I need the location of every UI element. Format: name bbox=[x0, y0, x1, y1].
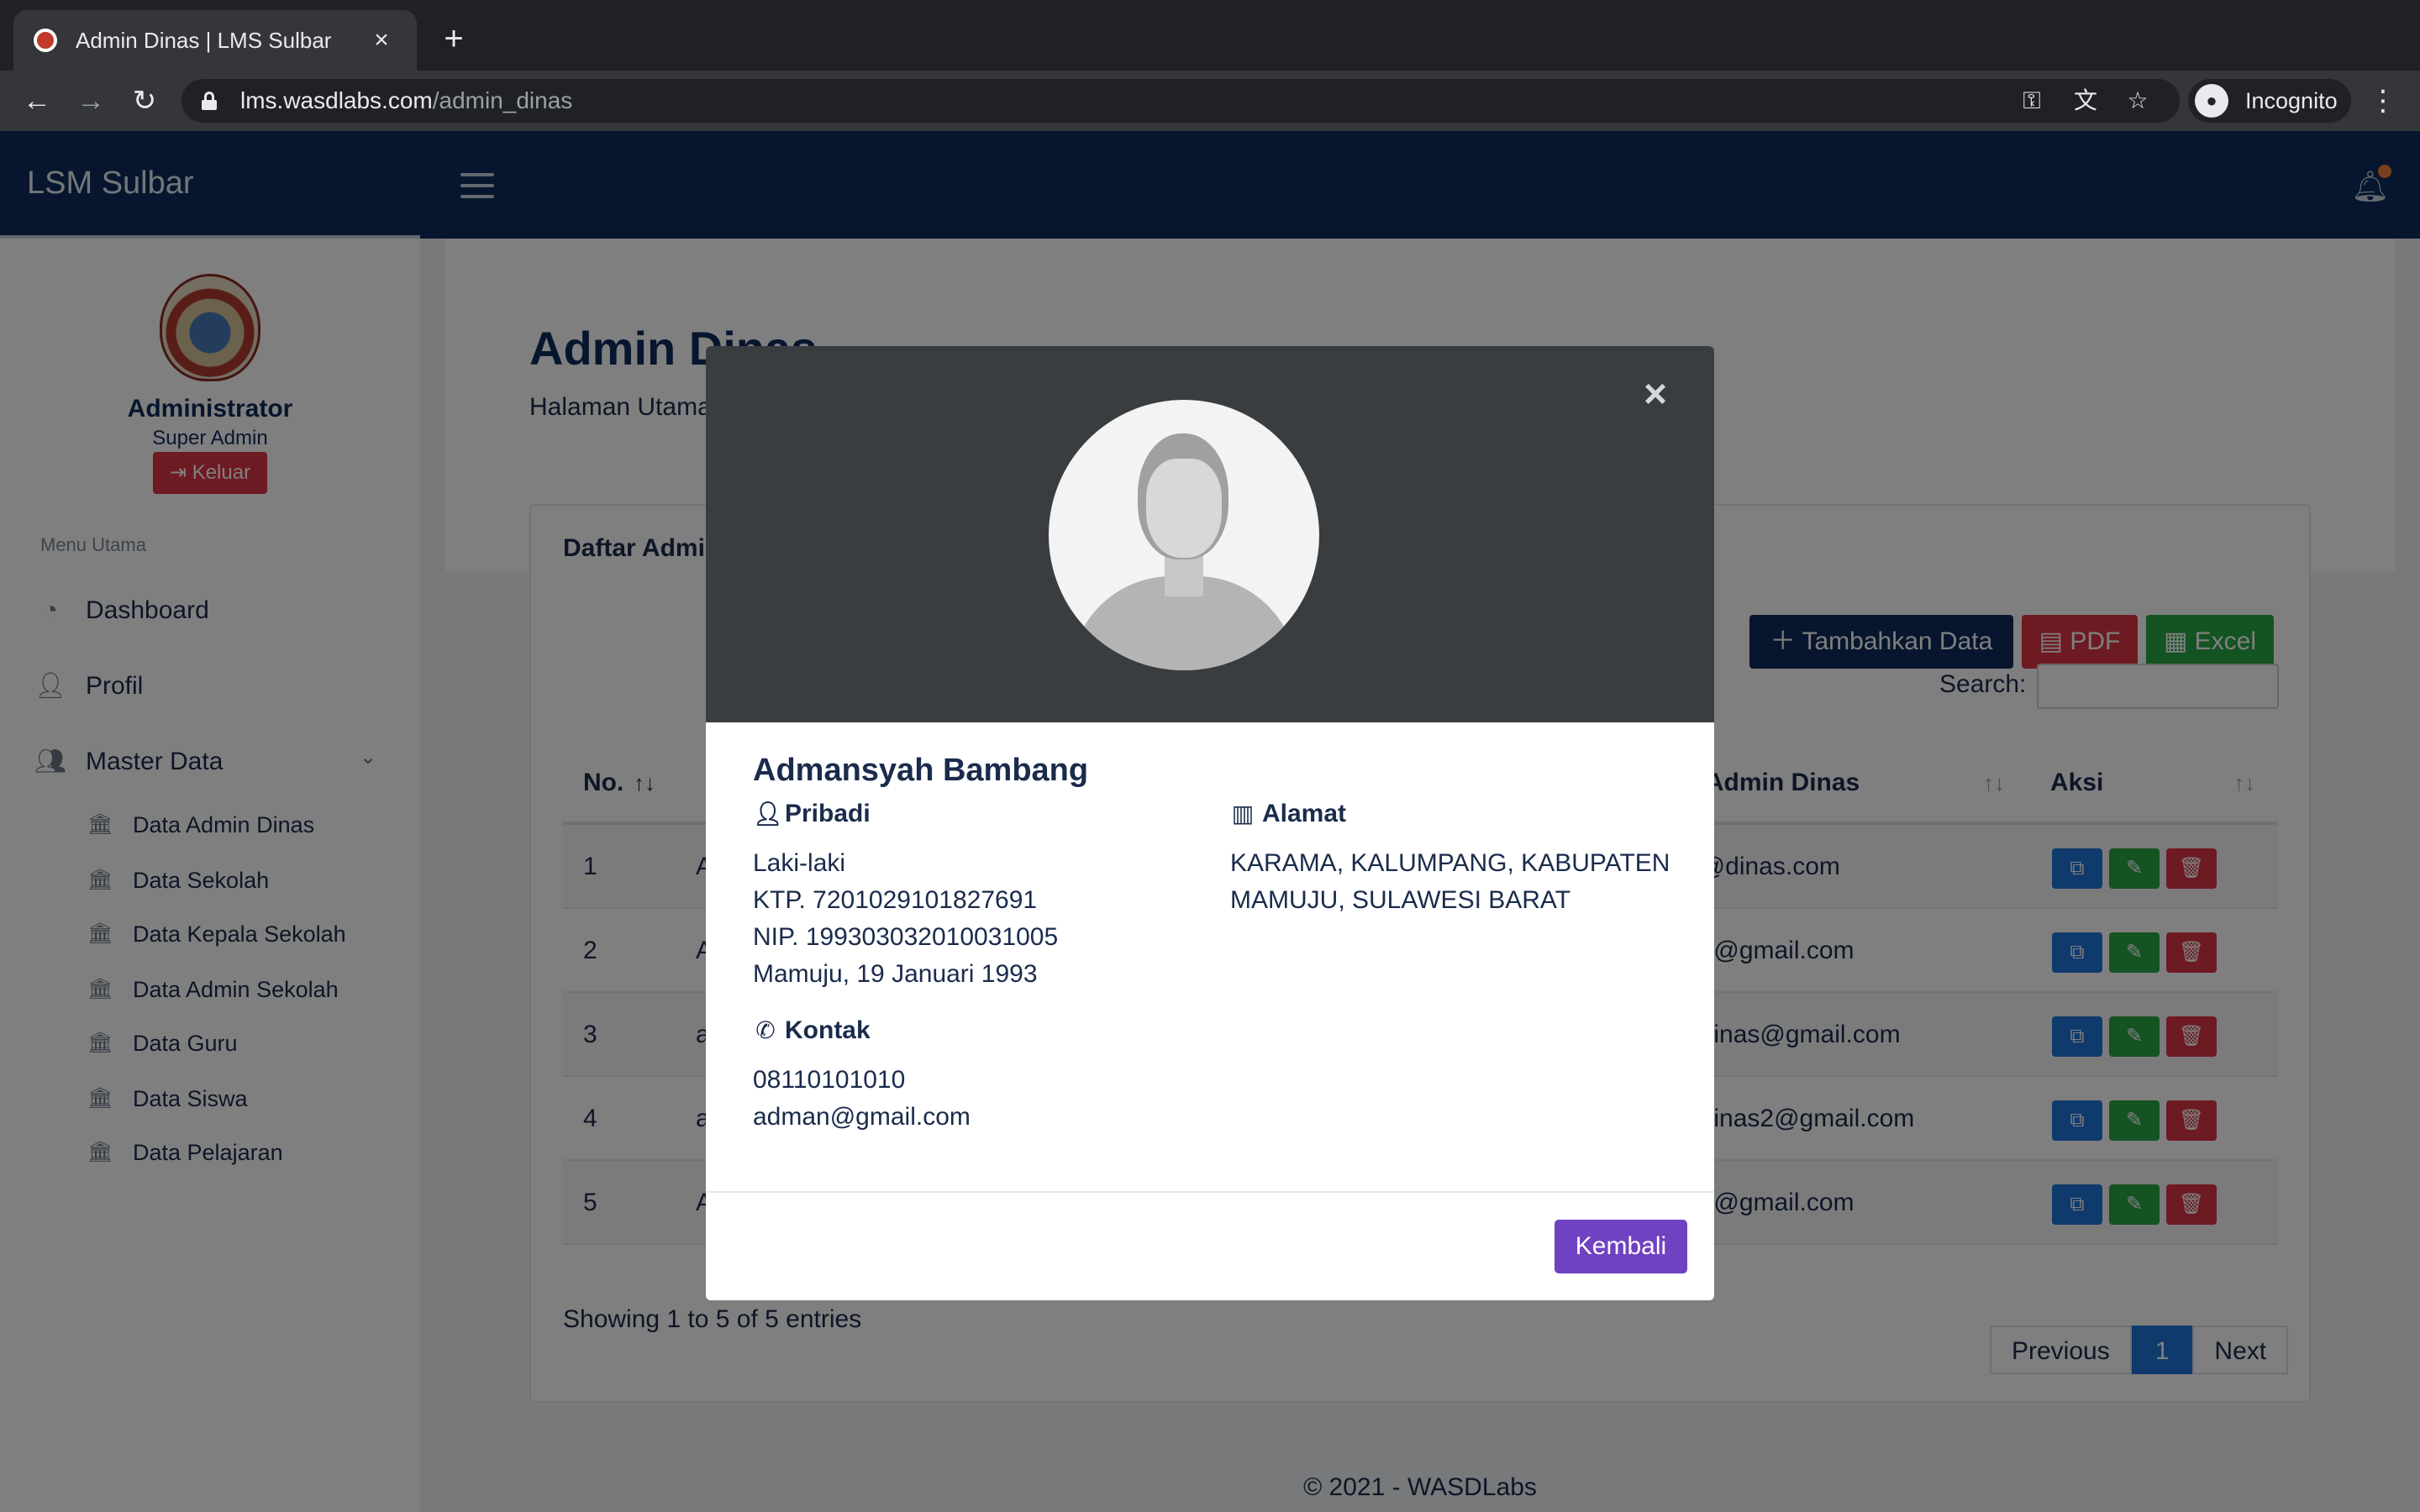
address-line-1: KARAMA, KALUMPANG, KABUPATEN bbox=[1230, 849, 1670, 877]
avatar bbox=[1049, 400, 1319, 670]
forward-icon[interactable]: → bbox=[72, 82, 109, 119]
browser-tab[interactable]: Admin Dinas | LMS Sulbar × bbox=[13, 10, 417, 71]
reload-icon[interactable]: ↻ bbox=[126, 82, 163, 119]
avatar-head-shape bbox=[1138, 433, 1228, 559]
back-button[interactable]: Kembali bbox=[1555, 1220, 1687, 1273]
browser-toolbar: ← → ↻ lms.wasdlabs.com/admin_dinas ⚿ 文 ☆… bbox=[0, 71, 2420, 131]
birth-text: Mamuju, 19 Januari 1993 bbox=[753, 960, 1038, 988]
favicon-icon bbox=[34, 29, 57, 52]
modal-footer-divider bbox=[706, 1191, 1714, 1193]
incognito-icon: ● bbox=[2195, 84, 2228, 118]
lock-icon bbox=[202, 92, 217, 110]
detail-modal: × Admansyah Bambang 👤︎ Pribadi Laki-laki… bbox=[706, 346, 1714, 1300]
user-icon: 👤︎ bbox=[753, 801, 783, 827]
browser-tab-bar: Admin Dinas | LMS Sulbar × + bbox=[0, 0, 2420, 71]
ktp-text: KTP. 7201029101827691 bbox=[753, 886, 1038, 914]
tab-title: Admin Dinas | LMS Sulbar bbox=[76, 27, 332, 53]
browser-menu-icon[interactable]: ⋮ bbox=[2368, 82, 2398, 119]
address-line-2: MAMUJU, SULAWESI BARAT bbox=[1230, 886, 1571, 914]
key-icon[interactable]: ⚿ bbox=[2017, 86, 2047, 116]
incognito-badge[interactable]: ● Incognito bbox=[2188, 79, 2351, 123]
translate-icon[interactable]: 文 bbox=[2070, 86, 2101, 116]
person-name: Admansyah Bambang bbox=[753, 753, 1089, 788]
url-path: /admin_dinas bbox=[432, 87, 573, 113]
nip-text: NIP. 199303032010031005 bbox=[753, 923, 1059, 951]
phone-icon: ✆ bbox=[755, 1017, 776, 1043]
phone-text: 08110101010 bbox=[753, 1066, 906, 1094]
close-icon[interactable]: × bbox=[1637, 375, 1674, 415]
address-bar[interactable]: lms.wasdlabs.com/admin_dinas ⚿ 文 ☆ bbox=[182, 79, 2180, 123]
modal-header: × bbox=[706, 346, 1714, 722]
new-tab-icon[interactable]: + bbox=[434, 18, 474, 59]
section-pribadi-title: Pribadi bbox=[785, 800, 871, 827]
section-pribadi: 👤︎ Pribadi bbox=[753, 800, 871, 828]
section-alamat-title: Alamat bbox=[1262, 800, 1347, 827]
gender-text: Laki-laki bbox=[753, 849, 846, 877]
section-kontak: ✆ Kontak bbox=[753, 1016, 871, 1045]
section-kontak-title: Kontak bbox=[785, 1016, 871, 1044]
incognito-label: Incognito bbox=[2245, 87, 2338, 113]
map-icon: ▥ bbox=[1231, 801, 1255, 827]
back-icon[interactable]: ← bbox=[18, 82, 55, 119]
tab-close-icon[interactable]: × bbox=[366, 26, 397, 55]
section-alamat: ▥ Alamat bbox=[1230, 800, 1346, 828]
url-host: lms.wasdlabs.com bbox=[240, 87, 433, 113]
star-icon[interactable]: ☆ bbox=[2123, 86, 2153, 116]
email-text: adman@gmail.com bbox=[753, 1103, 971, 1131]
